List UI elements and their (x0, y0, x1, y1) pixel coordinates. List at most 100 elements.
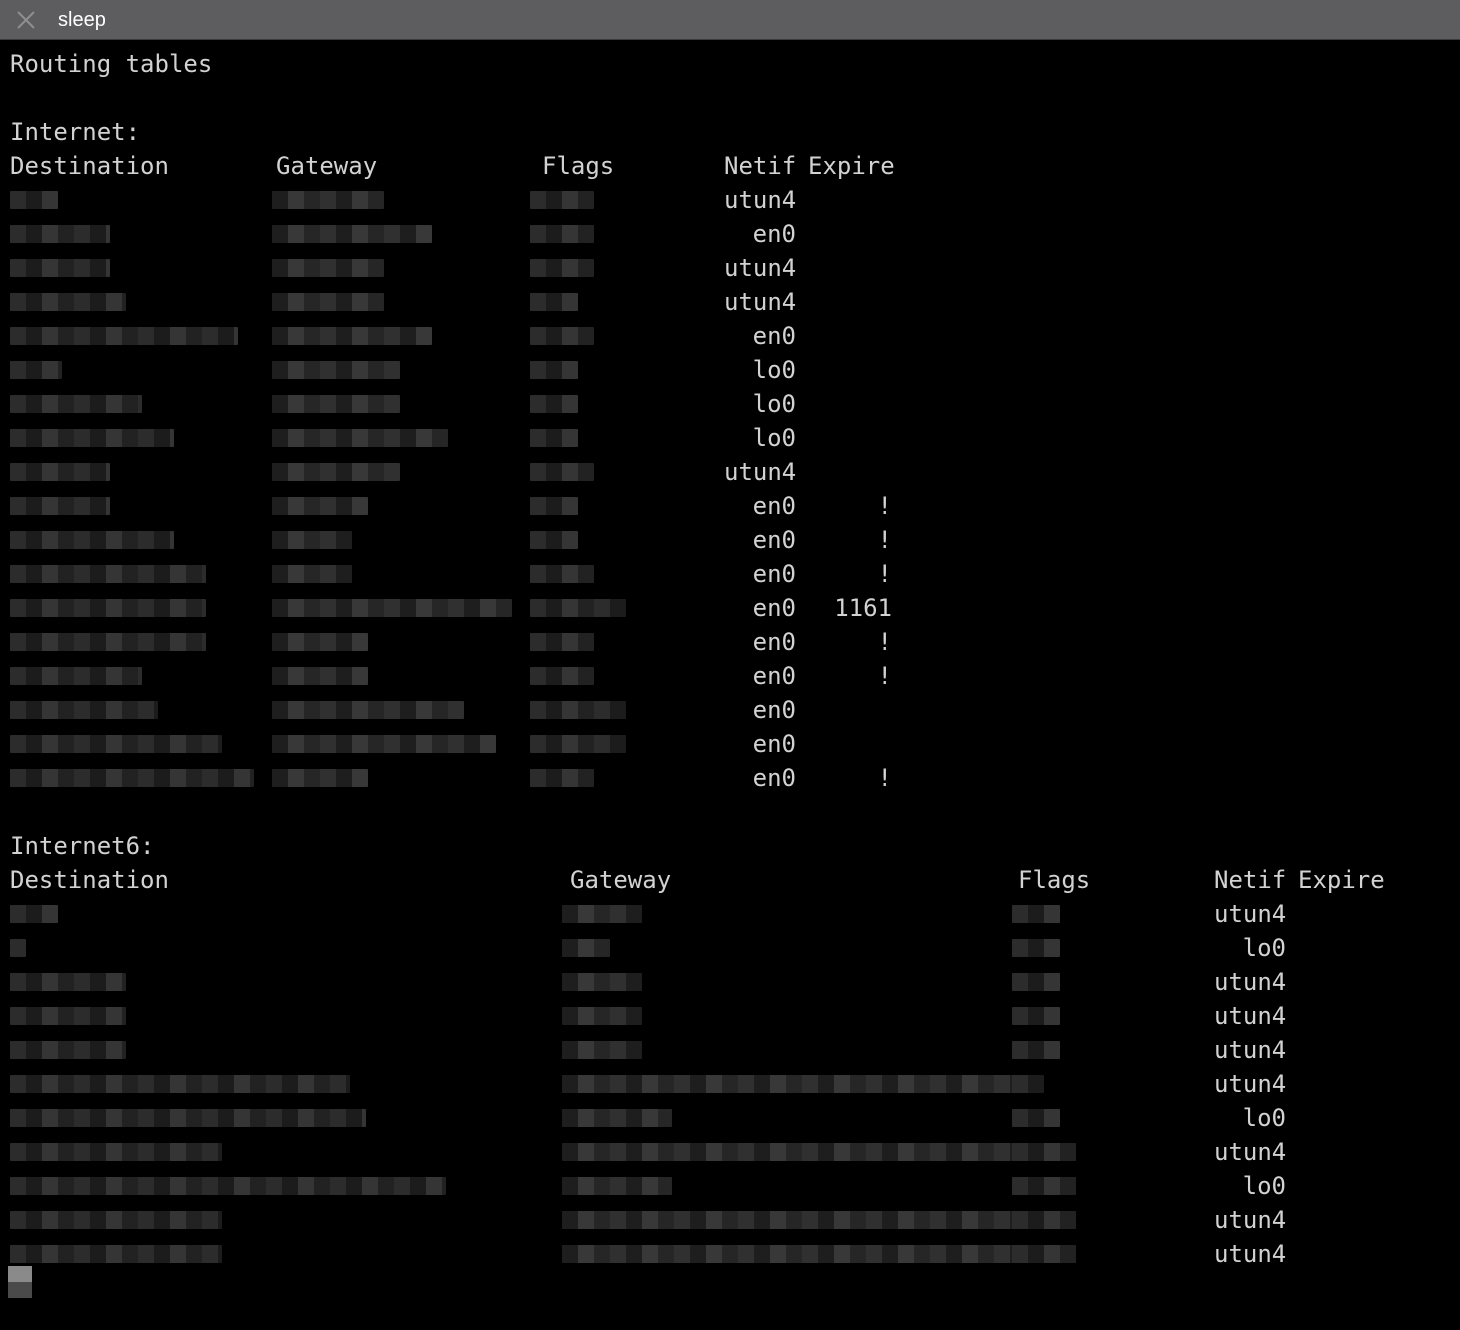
redacted-destination (10, 701, 158, 719)
redacted-flags (530, 667, 594, 685)
redacted-flags (1012, 1143, 1076, 1161)
inet-row-expire (808, 455, 892, 489)
inet-row-expire (808, 387, 892, 421)
redacted-flags (1012, 905, 1060, 923)
redacted-destination (10, 497, 110, 515)
internet-section-label: Internet: (10, 118, 141, 146)
inet6-row-netif: utun4 (1214, 1138, 1287, 1166)
redacted-flags (1012, 1211, 1076, 1229)
redacted-destination (10, 1211, 222, 1229)
redacted-destination (10, 1075, 350, 1093)
redacted-gateway (272, 667, 368, 685)
redacted-destination (10, 1041, 126, 1059)
redacted-flags (530, 429, 578, 447)
redacted-flags (530, 293, 578, 311)
inet6-row-netif: utun4 (1214, 1206, 1287, 1234)
redacted-gateway (272, 633, 368, 651)
inet6-row-netif: utun4 (1214, 1002, 1287, 1030)
redacted-destination (10, 1109, 366, 1127)
redacted-gateway (562, 1075, 1042, 1093)
redacted-gateway (272, 463, 400, 481)
redacted-gateway (562, 1211, 1062, 1229)
redacted-flags (530, 633, 594, 651)
redacted-gateway (562, 905, 642, 923)
redacted-destination (10, 939, 26, 957)
redacted-destination (10, 565, 206, 583)
redacted-gateway (562, 1177, 672, 1195)
redacted-flags (530, 497, 578, 515)
inet-row-expire: ! (877, 628, 892, 656)
redacted-gateway (562, 1109, 672, 1127)
redacted-destination (10, 259, 110, 277)
inet-row-expire: 1161 (834, 594, 892, 622)
inet6-header-destination: Destination (10, 866, 169, 894)
redacted-destination (10, 1143, 222, 1161)
redacted-flags (530, 565, 594, 583)
redacted-gateway (562, 973, 642, 991)
redacted-flags (530, 769, 594, 787)
inet-row-expire: ! (877, 764, 892, 792)
redacted-flags (1012, 1075, 1044, 1093)
inet-row-netif: utun4 (724, 254, 797, 282)
inet6-header-gateway: Gateway (570, 866, 672, 894)
redacted-flags (530, 191, 594, 209)
inet-row-expire (808, 421, 892, 455)
redacted-gateway (272, 735, 496, 753)
redacted-destination (10, 633, 206, 651)
terminal-output[interactable]: Routing tables Internet: Destination Gat… (0, 41, 1460, 1330)
inet-header-expire: Expire (808, 152, 895, 180)
inet-row-netif: en0 (752, 492, 796, 520)
redacted-gateway (562, 1245, 1062, 1263)
redacted-gateway (272, 361, 400, 379)
close-x-icon[interactable] (14, 8, 38, 32)
inet-row-expire (808, 353, 892, 387)
inet-row-netif: lo0 (752, 390, 796, 418)
inet-row-expire: ! (877, 560, 892, 588)
redacted-flags (530, 701, 626, 719)
inet-row-expire (808, 693, 892, 727)
redacted-destination (10, 327, 238, 345)
redacted-destination (10, 735, 222, 753)
redacted-gateway (562, 1041, 642, 1059)
redacted-destination (10, 191, 58, 209)
redacted-gateway (272, 497, 368, 515)
redacted-flags (1012, 1041, 1060, 1059)
inet-row-expire (808, 285, 892, 319)
redacted-flags (530, 463, 594, 481)
redacted-destination (10, 293, 126, 311)
redacted-destination (10, 1177, 446, 1195)
redacted-flags (530, 327, 594, 345)
redacted-destination (10, 463, 110, 481)
redacted-destination (10, 531, 174, 549)
redacted-flags (1012, 1245, 1076, 1263)
inet6-row-netif: utun4 (1214, 1240, 1287, 1268)
redacted-flags (530, 395, 578, 413)
redacted-flags (1012, 1109, 1060, 1127)
inet-row-expire: ! (877, 492, 892, 520)
inet-row-netif: en0 (752, 220, 796, 248)
inet-row-expire: ! (877, 526, 892, 554)
window-titlebar: sleep (0, 0, 1460, 40)
redacted-gateway (562, 1143, 1042, 1161)
inet-row-netif: en0 (752, 526, 796, 554)
redacted-flags (1012, 973, 1060, 991)
inet6-row-netif: utun4 (1214, 1070, 1287, 1098)
inet-row-netif: en0 (752, 628, 796, 656)
redacted-gateway (562, 1007, 642, 1025)
redacted-destination (10, 769, 254, 787)
redacted-destination (10, 599, 206, 617)
redacted-gateway (272, 701, 464, 719)
redacted-destination (10, 429, 174, 447)
redacted-gateway (272, 293, 384, 311)
inet-row-expire (808, 183, 892, 217)
inet-row-netif: en0 (752, 322, 796, 350)
inet-row-netif: utun4 (724, 186, 797, 214)
redacted-destination (10, 225, 110, 243)
inet-row-netif: utun4 (724, 458, 797, 486)
inet6-row-netif: utun4 (1214, 900, 1287, 928)
inet6-row-netif: utun4 (1214, 1036, 1287, 1064)
inet6-row-netif: lo0 (1242, 934, 1286, 962)
redacted-flags (530, 259, 594, 277)
redacted-flags (530, 361, 578, 379)
inet6-row-netif: lo0 (1242, 1104, 1286, 1132)
